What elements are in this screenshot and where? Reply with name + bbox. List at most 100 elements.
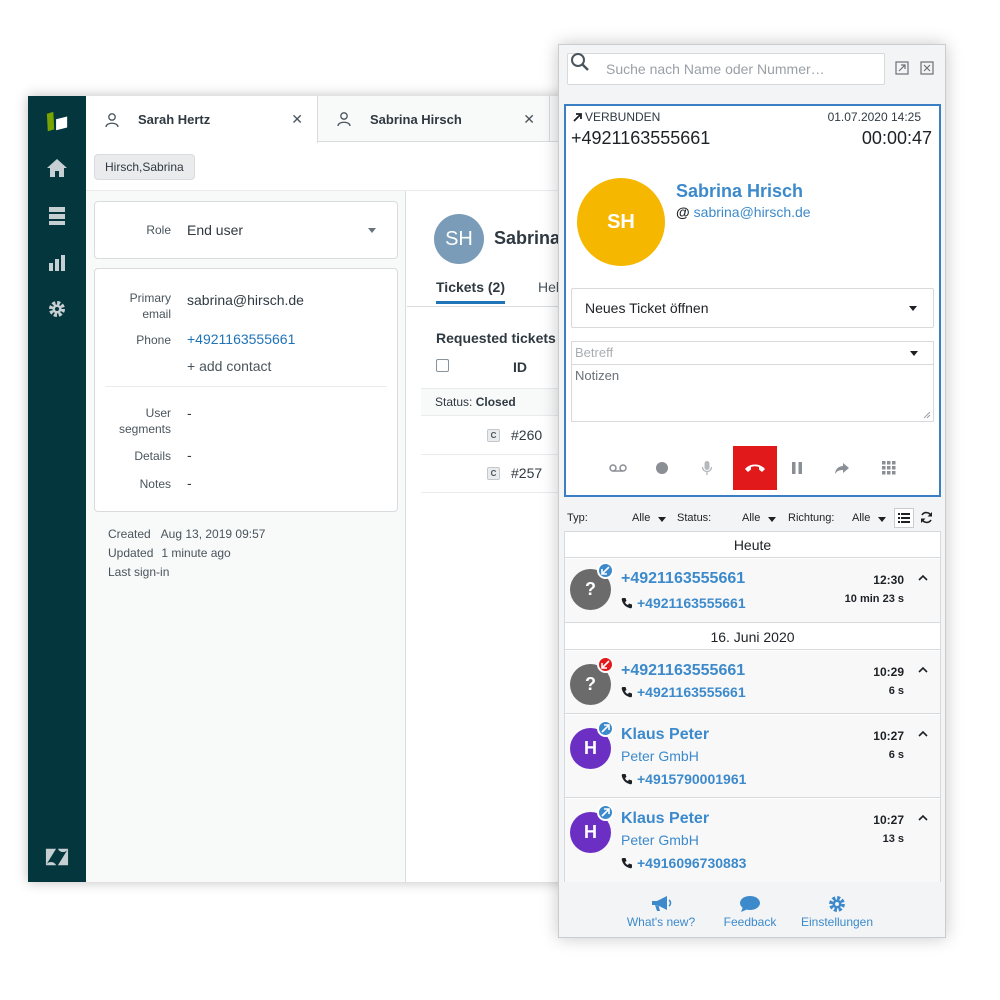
at-icon: @ (676, 204, 690, 220)
created-value: Aug 13, 2019 09:57 (160, 527, 266, 541)
ticket-row[interactable]: C #257 (421, 455, 568, 493)
call-history-item[interactable]: H Klaus Peter Peter GmbH +4916096730883 … (565, 799, 940, 882)
refresh-button[interactable] (917, 508, 937, 528)
mute-button[interactable] (685, 446, 729, 490)
phone-icon (621, 598, 632, 609)
dialpad-button[interactable] (867, 446, 911, 490)
tab-tickets[interactable]: Tickets (2) (436, 279, 505, 304)
whats-new-button[interactable]: What's new? (616, 895, 706, 929)
call-phone[interactable]: +4915790001961 (621, 771, 746, 787)
direction-filter-select[interactable]: Alle (852, 507, 886, 529)
user-icon (105, 112, 119, 127)
views-icon[interactable] (45, 204, 69, 228)
missed-call-icon (597, 656, 614, 673)
call-title[interactable]: Klaus Peter (621, 726, 709, 744)
notes-label: Notes (139, 477, 171, 491)
list-view-button[interactable] (894, 508, 914, 528)
segments-label: User segments (118, 406, 171, 436)
gear-icon[interactable] (45, 297, 69, 321)
ticket-action-value: Neues Ticket öffnen (585, 300, 709, 316)
call-status: VERBUNDEN (572, 110, 660, 124)
speech-bubble-icon (740, 896, 760, 912)
settings-button[interactable]: Einstellungen (792, 895, 882, 929)
chevron-up-icon[interactable] (918, 666, 928, 674)
outgoing-arrow-icon (573, 112, 582, 122)
call-history-item[interactable]: ? +4921163555661 +4921163555661 12:30 10… (565, 559, 940, 623)
id-column-header[interactable]: ID (513, 359, 527, 375)
call-phone[interactable]: +4921163555661 (621, 684, 746, 700)
type-filter-value: Alle (632, 512, 651, 524)
email-value[interactable]: sabrina@hirsch.de (187, 291, 304, 309)
voicemail-button[interactable] (596, 446, 640, 490)
call-title[interactable]: Klaus Peter (621, 810, 709, 828)
details-value[interactable]: - (187, 446, 192, 464)
ticket-row[interactable]: C #260 (421, 417, 568, 455)
type-filter-select[interactable]: Alle (632, 507, 666, 529)
hangup-button[interactable] (733, 446, 777, 490)
zendesk-logo-icon[interactable] (45, 110, 69, 134)
ticket-id[interactable]: #257 (511, 465, 542, 481)
call-history-filters: Typ: Alle Status: Alle Richtung: Alle (564, 507, 941, 529)
caller-email[interactable]: @ sabrina@hirsch.de (676, 204, 811, 220)
tab-sabrina-hirsch[interactable]: Sabrina Hirsch ✕ (318, 96, 550, 142)
call-title[interactable]: +4921163555661 (621, 570, 745, 588)
close-tab-icon[interactable]: ✕ (523, 111, 535, 128)
record-button[interactable] (640, 446, 684, 490)
chevron-down-icon (768, 517, 776, 522)
call-phone[interactable]: +4921163555661 (621, 595, 746, 611)
chevron-up-icon[interactable] (918, 574, 928, 582)
status-value: Closed (475, 395, 516, 409)
caller-email-link[interactable]: sabrina@hirsch.de (694, 204, 811, 220)
breadcrumb[interactable]: Hirsch,Sabrina (94, 154, 195, 180)
feedback-button[interactable]: Feedback (705, 895, 795, 929)
chevron-up-icon[interactable] (918, 814, 928, 822)
phone-link[interactable]: +4921163555661 (187, 330, 295, 348)
caller-name-link[interactable]: Sabrina Hrisch (676, 181, 803, 202)
add-contact-link[interactable]: + add contact (187, 357, 271, 375)
call-history-list: Heute ? +4921163555661 +4921163555661 12… (564, 531, 941, 882)
call-phone[interactable]: +4916096730883 (621, 855, 746, 871)
call-company[interactable]: Peter GmbH (621, 832, 699, 848)
chevron-up-icon[interactable] (918, 730, 928, 738)
status-filter-value: Alle (742, 512, 761, 524)
direction-filter-label: Richtung: (788, 512, 835, 524)
close-icon[interactable] (920, 61, 934, 75)
call-phone-number: +4921163555661 (637, 595, 746, 611)
ticket-action-select[interactable]: Neues Ticket öffnen (571, 288, 934, 328)
call-company[interactable]: Peter GmbH (621, 748, 699, 764)
resize-handle-icon[interactable] (923, 411, 931, 419)
transfer-button[interactable] (820, 446, 864, 490)
call-phone-number: +4916096730883 (637, 855, 747, 871)
notes-value[interactable]: - (187, 474, 192, 492)
notes-textarea[interactable]: Notizen (571, 365, 934, 422)
search-input[interactable]: Suche nach Name oder Nummer… (567, 53, 885, 85)
tab-help[interactable]: Hel (538, 279, 559, 295)
updated-value: 1 minute ago (161, 546, 231, 560)
hold-button[interactable] (775, 446, 819, 490)
subject-field[interactable]: Betreff (571, 341, 934, 365)
role-select[interactable]: End user (187, 221, 243, 239)
select-all-checkbox[interactable] (436, 359, 449, 372)
popout-icon[interactable] (895, 61, 909, 75)
home-icon[interactable] (45, 156, 69, 180)
close-tab-icon[interactable]: ✕ (291, 111, 303, 128)
user-meta: Created Aug 13, 2019 09:57 Updated 1 min… (108, 525, 265, 582)
tab-bar: Sarah Hertz ✕ Sabrina Hirsch ✕ (86, 96, 568, 143)
tab-sarah-hertz[interactable]: Sarah Hertz ✕ (86, 96, 318, 143)
reporting-icon[interactable] (45, 251, 69, 275)
call-history-item[interactable]: ? +4921163555661 +4921163555661 10:29 6 … (565, 651, 940, 714)
status-group-header: Status: Closed (421, 388, 568, 416)
day-header: Heute (565, 532, 940, 558)
status-badge: C (487, 467, 500, 480)
divider (105, 386, 387, 387)
call-history-item[interactable]: H Klaus Peter Peter GmbH +4915790001961 … (565, 715, 940, 798)
call-time: 10:27 (873, 813, 904, 827)
user-icon (337, 112, 351, 127)
ticket-id[interactable]: #260 (511, 427, 542, 443)
tab-label: Sabrina Hirsch (370, 111, 462, 127)
call-title[interactable]: +4921163555661 (621, 662, 745, 680)
incoming-call-icon (597, 562, 614, 579)
widget-footer: What's new? Feedback Einstellungen (559, 885, 945, 937)
status-filter-select[interactable]: Alle (742, 507, 776, 529)
avatar: SH (434, 214, 484, 264)
